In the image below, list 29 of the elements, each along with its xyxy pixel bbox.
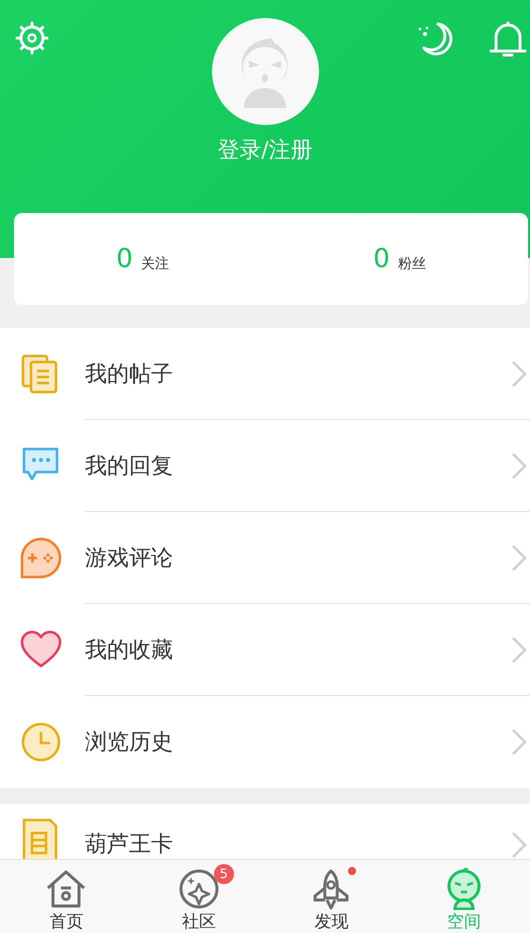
menu-item[interactable]: 游戏评论 xyxy=(85,543,510,573)
menu-item[interactable]: 浏览历史 xyxy=(85,727,510,757)
stat-label[interactable]: 关注 xyxy=(140,255,169,273)
chevron-right-icon xyxy=(510,831,528,859)
clock-icon xyxy=(20,721,62,763)
gamepad-icon xyxy=(20,537,62,579)
stat-label[interactable]: 粉丝 xyxy=(398,255,426,273)
tab[interactable]: 5 社区 xyxy=(132,860,265,933)
chevron-right-icon xyxy=(510,636,528,664)
menu-item[interactable]: 我的帖子 xyxy=(85,359,510,389)
sparkle-icon xyxy=(178,868,220,910)
tab-label: 社区 xyxy=(182,911,216,933)
settings-icon[interactable] xyxy=(14,20,50,56)
menu-item[interactable]: 我的回复 xyxy=(85,451,510,481)
stat-count: 0 xyxy=(373,244,390,274)
count-badge: 5 xyxy=(214,864,234,884)
chevron-right-icon xyxy=(510,544,528,572)
tab-label: 首页 xyxy=(49,911,84,933)
tab-label: 空间 xyxy=(446,911,481,933)
chevron-right-icon xyxy=(510,728,528,756)
tab-label: 发现 xyxy=(314,911,348,933)
menu-item[interactable]: 我的收藏 xyxy=(85,635,510,665)
house-icon xyxy=(45,868,88,910)
menu-item[interactable]: 葫芦王卡 xyxy=(85,829,510,859)
tab[interactable]: 发现 xyxy=(265,860,398,933)
chevron-right-icon xyxy=(510,452,528,480)
stat-count: 0 xyxy=(116,244,133,274)
tab[interactable]: 首页 xyxy=(0,860,132,933)
chevron-right-icon xyxy=(510,360,528,388)
